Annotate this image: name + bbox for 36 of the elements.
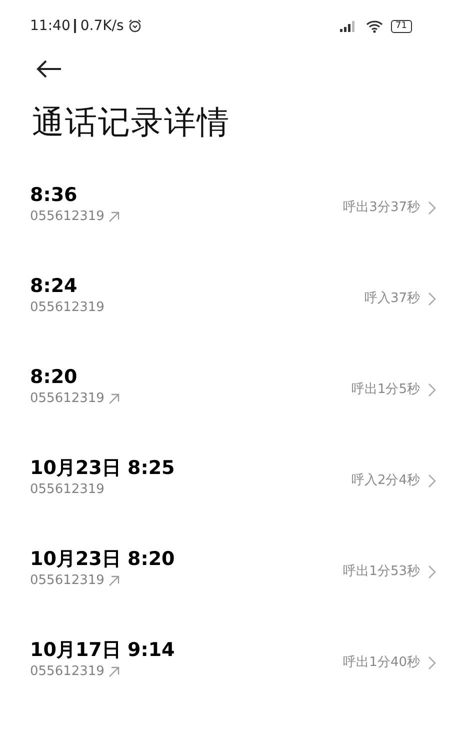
- chevron-icon: [428, 292, 436, 306]
- call-log-row[interactable]: 8:36 055612319 呼出3分37秒: [0, 184, 460, 275]
- phone-number: 055612319: [30, 208, 104, 226]
- call-duration: 呼入2分4秒: [351, 472, 420, 490]
- call-time: 8:36: [30, 184, 78, 207]
- call-duration: 呼出1分40秒: [343, 654, 420, 672]
- chevron-icon: [428, 382, 436, 397]
- call-log-row[interactable]: 10月23日 8:25 055612319 呼入2分4秒: [0, 457, 460, 548]
- call-duration: 呼出3分37秒: [343, 199, 420, 217]
- alarm-icon: [128, 19, 142, 33]
- call-duration: 呼入37秒: [364, 290, 420, 308]
- call-duration: 呼出1分5秒: [351, 381, 420, 399]
- phone-number: 055612319: [30, 480, 104, 499]
- chevron-icon: [428, 656, 436, 670]
- phone-number: 055612319: [30, 390, 104, 408]
- chevron-icon: [428, 474, 436, 488]
- call-log-row[interactable]: 10月17日 9:14 055612319 呼出1分40秒: [0, 639, 460, 730]
- phone-number: 055612319: [30, 298, 104, 317]
- network-speed: 0.7K/s: [80, 16, 124, 36]
- chevron-icon: [428, 564, 436, 579]
- battery-indicator: 71: [390, 20, 412, 32]
- clock-time: 11:40: [30, 16, 70, 36]
- wifi-icon: [366, 20, 383, 32]
- call-log-row[interactable]: 8:20 055612319 呼出1分5秒: [0, 366, 460, 457]
- call-time: 10月17日 9:14: [30, 639, 175, 662]
- chevron-icon: [428, 200, 436, 215]
- phone-number: 055612319: [30, 572, 104, 590]
- call-time: 8:24: [30, 275, 78, 298]
- call-duration: 呼出1分53秒: [343, 563, 420, 581]
- phone-number: 055612319: [30, 662, 104, 681]
- call-log-row[interactable]: 8:24 055612319 呼入37秒: [0, 275, 460, 366]
- call-time: 10月23日 8:25: [30, 457, 175, 480]
- call-log-row[interactable]: 10月23日 8:20 055612319 呼出1分53秒: [0, 548, 460, 639]
- call-time: 8:20: [30, 366, 78, 389]
- call-time: 10月23日 8:20: [30, 548, 175, 571]
- page-title: 通话记录详情: [32, 102, 231, 143]
